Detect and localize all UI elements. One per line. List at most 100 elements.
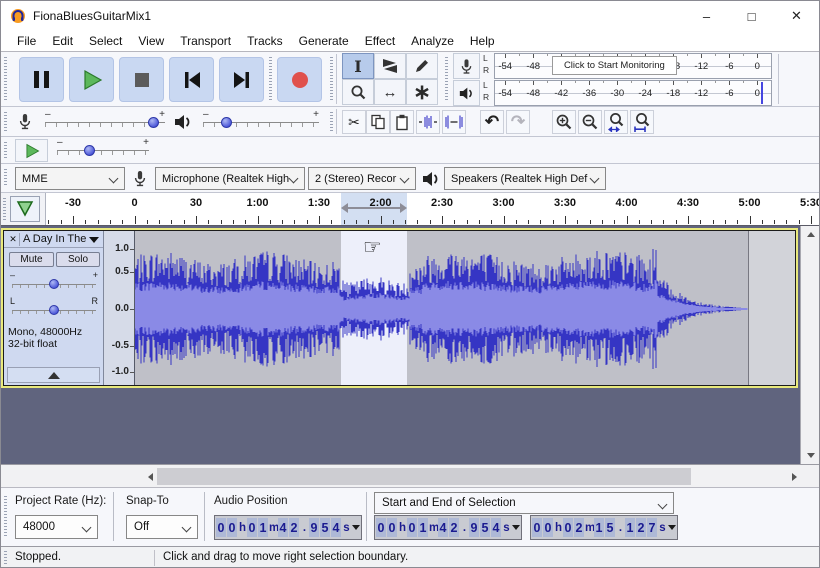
track-pan-slider[interactable]: LR [10, 298, 98, 318]
silence-audio-button[interactable] [442, 110, 466, 134]
selection-mode-dropdown[interactable]: Start and End of Selection [374, 492, 674, 514]
recording-device-dropdown[interactable]: Microphone (Realtek High [155, 167, 305, 190]
project-rate-dropdown[interactable]: 48000 [15, 515, 98, 539]
record-meter-button[interactable] [453, 53, 480, 79]
time-field-arrow-icon[interactable] [667, 518, 676, 537]
gain-thumb[interactable] [49, 279, 59, 289]
zoom-in-button[interactable] [552, 110, 576, 134]
timeline-label: 0 [131, 197, 137, 209]
transport-grip[interactable] [4, 57, 7, 101]
recording-volume-slider[interactable]: –+ [45, 112, 165, 132]
timeline-grip[interactable] [3, 198, 6, 220]
maximize-button[interactable]: □ [729, 1, 774, 31]
menu-analyze[interactable]: Analyze [403, 32, 462, 50]
minimize-button[interactable]: – [684, 1, 729, 31]
recording-meter[interactable]: Click to Start Monitoring -54-48-42-36-3… [494, 53, 772, 79]
audio-host-dropdown[interactable]: MME [15, 167, 125, 190]
track-gain-slider[interactable]: –+ [10, 272, 98, 292]
undo-button[interactable]: ↶ [480, 110, 504, 134]
solo-button[interactable]: Solo [56, 252, 100, 267]
stop-button[interactable] [119, 57, 164, 102]
zoom-out-button[interactable] [578, 110, 602, 134]
menu-view[interactable]: View [130, 32, 172, 50]
transcription-grip[interactable] [4, 142, 7, 158]
skip-to-end-button[interactable] [219, 57, 264, 102]
fit-selection-button[interactable] [604, 110, 628, 134]
menu-select[interactable]: Select [81, 32, 130, 50]
menu-edit[interactable]: Edit [44, 32, 81, 50]
vertical-ruler[interactable]: 1.00.50.0-0.5-1.0 [104, 231, 135, 385]
meter-grip[interactable] [445, 57, 448, 101]
vruler-tick [130, 249, 134, 250]
menu-transport[interactable]: Transport [172, 32, 239, 50]
cut-button[interactable]: ✂ [342, 110, 366, 134]
record-button[interactable] [277, 57, 322, 102]
device-grip[interactable] [4, 169, 7, 187]
time-field-arrow-icon[interactable] [511, 518, 520, 537]
meter-minor-tick [715, 54, 716, 56]
trim-audio-button[interactable] [416, 110, 440, 134]
menu-effect[interactable]: Effect [357, 32, 403, 50]
snap-to-dropdown[interactable]: Off [126, 515, 198, 539]
zoom-tool-button[interactable] [342, 79, 374, 105]
selection-tool-button[interactable]: I [342, 53, 374, 79]
envelope-tool-button[interactable] [374, 53, 406, 79]
playback-device-dropdown[interactable]: Speakers (Realtek High Def [444, 167, 606, 190]
tools-grip[interactable] [330, 57, 333, 101]
status-bar: Stopped. Click and drag to move right se… [1, 546, 819, 568]
transport-grip-2[interactable] [269, 57, 272, 101]
selbar-grip[interactable] [4, 496, 7, 538]
monitoring-overlay[interactable]: Click to Start Monitoring [552, 56, 678, 75]
timeline-ruler[interactable]: -300301:001:302:002:303:003:304:004:305:… [46, 193, 819, 225]
selection-end-field[interactable]: 00h02m15.127s [530, 515, 678, 540]
paste-button[interactable] [390, 110, 414, 134]
waveform-view[interactable]: ☞ [135, 231, 795, 385]
play-at-speed-button[interactable] [15, 139, 48, 162]
time-field-arrow-icon[interactable] [351, 518, 360, 537]
recording-channels-dropdown[interactable]: 2 (Stereo) Recor [308, 167, 416, 190]
fit-project-button[interactable] [630, 110, 654, 134]
timeline-tick [344, 220, 345, 224]
edit-grip[interactable] [330, 112, 333, 131]
redo-button[interactable]: ↷ [506, 110, 530, 134]
menu-help[interactable]: Help [462, 32, 503, 50]
mixer-grip[interactable] [4, 112, 7, 131]
playback-meter-button[interactable] [453, 80, 480, 106]
track-title[interactable]: A Day In The [23, 233, 89, 245]
close-button[interactable]: ✕ [774, 1, 819, 31]
play-speed-thumb[interactable] [84, 145, 95, 156]
empty-track-area[interactable] [749, 231, 795, 385]
playback-volume-slider[interactable]: –+ [203, 112, 319, 132]
menu-generate[interactable]: Generate [291, 32, 357, 50]
play-button[interactable] [69, 57, 114, 102]
pan-thumb[interactable] [49, 305, 59, 315]
scroll-left-button[interactable] [143, 468, 157, 485]
selection-start-field[interactable]: 00h01m42.954s [374, 515, 522, 540]
track-collapse-button[interactable] [7, 367, 100, 383]
track-close-icon[interactable]: ✕ [7, 233, 20, 246]
recording-volume-thumb[interactable] [148, 117, 159, 128]
skip-to-start-button[interactable] [169, 57, 214, 102]
pinned-play-head-button[interactable] [10, 196, 40, 222]
pause-button[interactable] [19, 57, 64, 102]
playback-meter[interactable]: -54-48-42-36-30-24-18-12-60 [494, 80, 772, 106]
track-area[interactable]: ✕ A Day In The Mute Solo –+ LR [1, 226, 819, 464]
scroll-down-button[interactable] [801, 447, 820, 464]
track-menu-arrow-icon[interactable] [89, 237, 99, 243]
timeline-tick [356, 220, 357, 224]
menu-tracks[interactable]: Tracks [239, 32, 291, 50]
draw-tool-button[interactable] [406, 53, 438, 79]
menu-file[interactable]: File [9, 32, 44, 50]
play-speed-slider[interactable]: –+ [57, 140, 149, 160]
copy-button[interactable] [366, 110, 390, 134]
time-shift-tool-button[interactable]: ↔ [374, 79, 406, 105]
horizontal-scroll-thumb[interactable] [157, 468, 691, 485]
horizontal-scrollbar[interactable] [1, 464, 819, 488]
scroll-up-button[interactable] [801, 226, 820, 243]
vertical-scrollbar[interactable] [800, 226, 820, 464]
mute-button[interactable]: Mute [9, 252, 54, 267]
scroll-right-button[interactable] [787, 468, 801, 485]
playback-volume-thumb[interactable] [221, 117, 232, 128]
multi-tool-button[interactable]: ∗ [406, 79, 438, 105]
audio-position-field[interactable]: 00h01m42.954s [214, 515, 362, 540]
